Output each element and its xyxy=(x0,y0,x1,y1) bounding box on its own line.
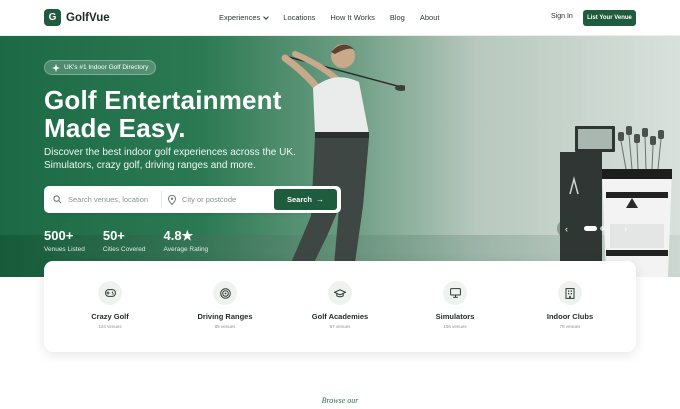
category-name: Indoor Clubs xyxy=(546,312,594,321)
hero-subtitle: Discover the best indoor golf experience… xyxy=(44,146,314,172)
menu-item-label: Experiences xyxy=(219,13,261,22)
stat-label: Venues Listed xyxy=(44,246,85,253)
hero-subtitle-line1: Discover the best indoor golf experience… xyxy=(44,147,296,158)
venue-search-input[interactable] xyxy=(68,195,153,204)
category-simulators[interactable]: Simulators 156 venues xyxy=(410,281,500,329)
hero-section: UK's #1 Indoor Golf Directory Golf Enter… xyxy=(0,36,680,277)
category-name: Crazy Golf xyxy=(91,312,129,321)
monitor-icon xyxy=(443,281,467,305)
sign-in-link[interactable]: Sign In xyxy=(551,13,573,20)
badge-label: UK's #1 Indoor Golf Directory xyxy=(64,64,149,71)
logo-text: GolfVue xyxy=(66,11,110,24)
search-button[interactable]: Search → xyxy=(274,189,337,210)
logo[interactable]: G GolfVue xyxy=(44,9,110,26)
city-search-field[interactable] xyxy=(168,186,268,213)
category-count: 78 venues xyxy=(559,324,581,329)
map-pin-icon xyxy=(168,194,176,205)
search-bar: Search → xyxy=(44,186,341,213)
category-count: 89 venues xyxy=(214,324,236,329)
target-icon xyxy=(213,281,237,305)
venue-search-field[interactable] xyxy=(53,186,159,213)
list-your-venue-button[interactable]: List Your Venue xyxy=(583,10,636,26)
stat-label: Average Rating xyxy=(163,246,209,253)
category-crazy-golf[interactable]: Crazy Golf 124 venues xyxy=(65,281,155,329)
building-icon xyxy=(558,281,582,305)
category-golf-academies[interactable]: Golf Academies 67 venues xyxy=(295,281,385,329)
hero-badge: UK's #1 Indoor Golf Directory xyxy=(44,60,157,75)
carousel-next-button[interactable]: › xyxy=(616,219,635,238)
top-navbar: G GolfVue Experiences Locations How It W… xyxy=(0,0,680,36)
category-indoor-clubs[interactable]: Indoor Clubs 78 venues xyxy=(525,281,615,329)
search-button-label: Search xyxy=(286,195,313,204)
hero-title: Golf Entertainment Made Easy. xyxy=(44,86,282,142)
search-icon xyxy=(53,195,62,204)
category-card: Crazy Golf 124 venues Driving Ranges 89 … xyxy=(44,261,636,352)
logo-mark: G xyxy=(44,9,61,26)
city-search-input[interactable] xyxy=(182,195,267,204)
category-count: 124 venues xyxy=(98,324,122,329)
arrow-right-icon: → xyxy=(316,195,325,204)
stat-value: 500+ xyxy=(44,228,74,243)
sparkle-icon xyxy=(52,63,60,72)
category-name: Golf Academies xyxy=(311,312,369,321)
menu-item-blog[interactable]: Blog xyxy=(390,13,405,22)
search-divider xyxy=(161,191,162,208)
category-count: 67 venues xyxy=(329,324,351,329)
carousel-dot-active[interactable] xyxy=(584,226,597,231)
main-menu: Experiences Locations How It Works Blog … xyxy=(219,13,454,22)
gamepad-icon xyxy=(98,281,122,305)
category-name: Driving Ranges xyxy=(197,312,253,321)
stat-value: 50+ xyxy=(102,228,125,243)
stat-label: Cities Covered xyxy=(102,246,146,253)
chevron-down-icon xyxy=(263,14,270,20)
hero-subtitle-line2: Simulators, crazy golf, driving ranges a… xyxy=(44,160,256,171)
stat-cities: 50+ Cities Covered xyxy=(102,228,146,254)
menu-item-experiences[interactable]: Experiences xyxy=(219,13,270,22)
category-count: 156 venues xyxy=(443,324,467,329)
stat-venues: 500+ Venues Listed xyxy=(44,228,85,254)
carousel-dot[interactable] xyxy=(600,226,605,231)
graduation-cap-icon xyxy=(328,281,352,305)
carousel-prev-button[interactable]: ‹ xyxy=(557,219,576,238)
golf-bags-image xyxy=(560,126,672,277)
hero-title-line1: Golf Entertainment xyxy=(44,85,282,115)
hero-title-line2: Made Easy. xyxy=(44,113,186,143)
category-driving-ranges[interactable]: Driving Ranges 89 venues xyxy=(180,281,270,329)
hero-stats: 500+ Venues Listed 50+ Cities Covered 4.… xyxy=(44,228,226,254)
menu-item-how-it-works[interactable]: How It Works xyxy=(330,13,374,22)
category-name: Simulators xyxy=(435,312,475,321)
stat-rating: 4.8★ Average Rating xyxy=(163,228,209,254)
menu-item-locations[interactable]: Locations xyxy=(283,13,315,22)
browse-heading: Browse our xyxy=(321,396,359,405)
stat-value: 4.8★ xyxy=(163,228,194,243)
menu-item-about[interactable]: About xyxy=(420,13,440,22)
